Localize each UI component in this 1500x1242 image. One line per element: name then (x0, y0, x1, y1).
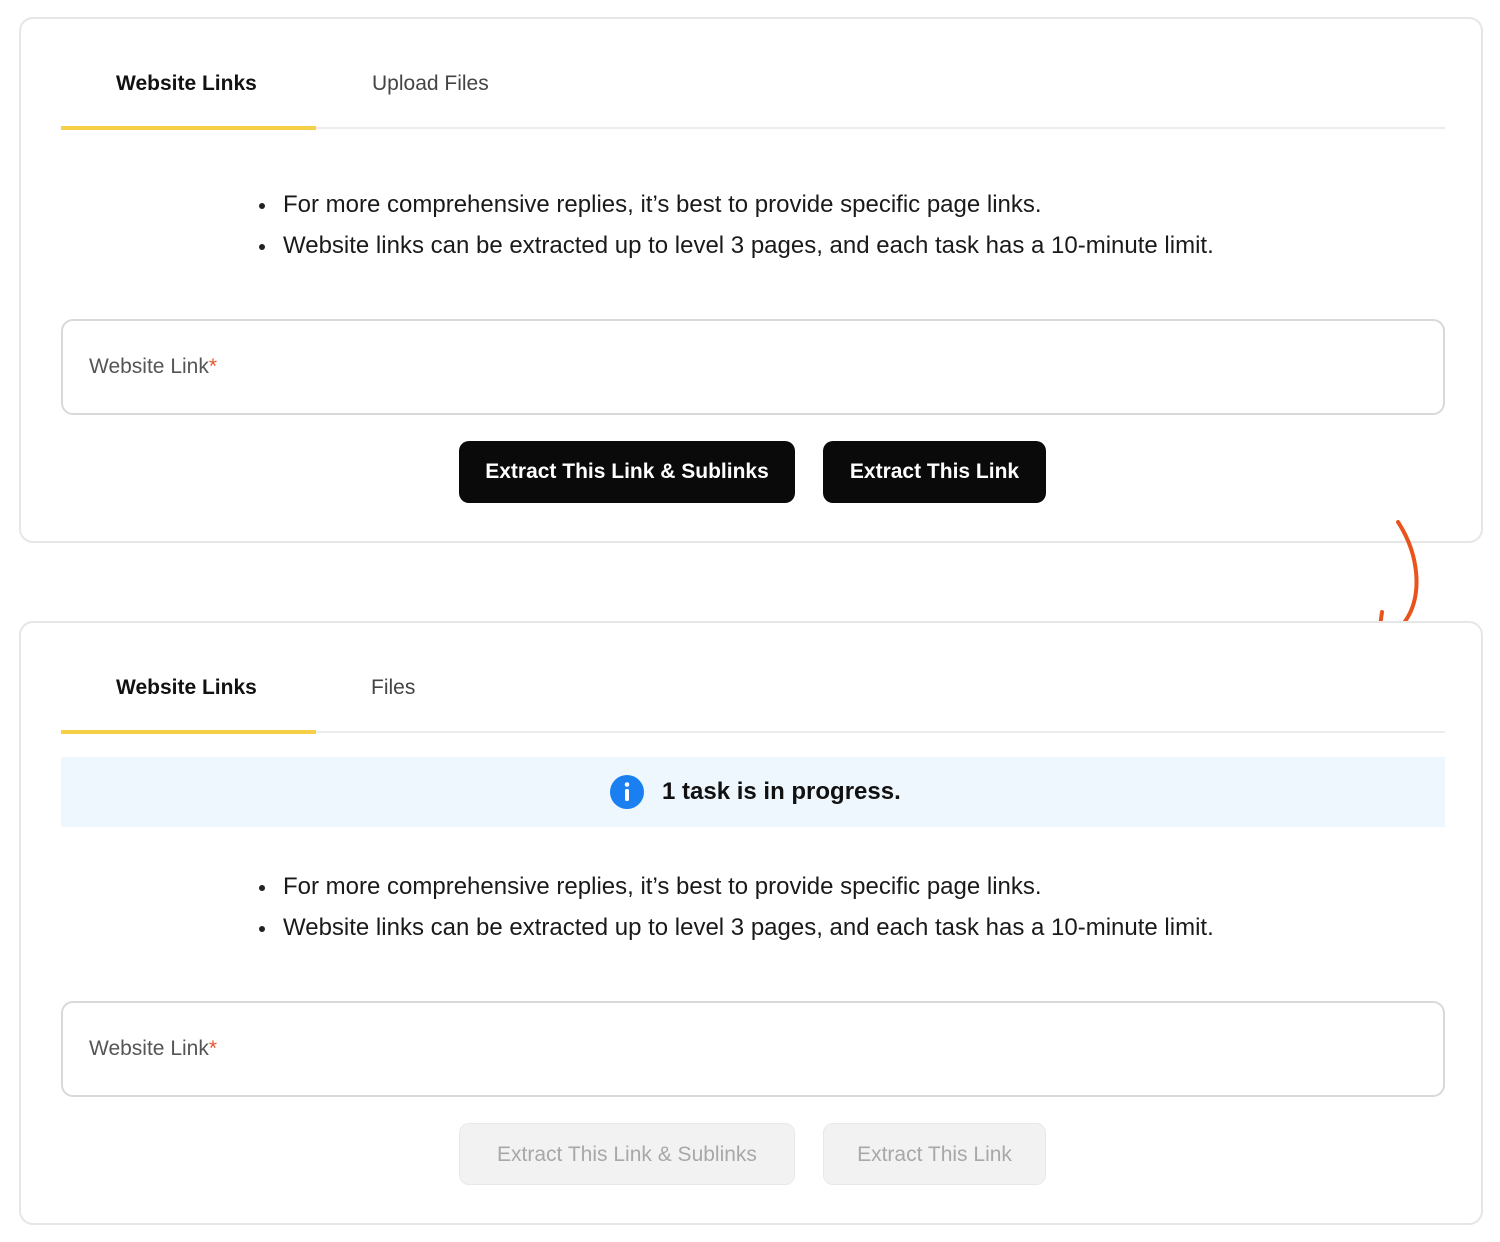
tab-files[interactable]: Files (371, 673, 415, 703)
extract-link-button[interactable]: Extract This Link (823, 1123, 1046, 1185)
extract-link-button[interactable]: Extract This Link (823, 441, 1046, 503)
instructions-list: For more comprehensive replies, it’s bes… (257, 184, 1214, 266)
tab-upload-files[interactable]: Upload Files (372, 69, 489, 99)
tab-website-links[interactable]: Website Links (116, 673, 257, 703)
required-mark: * (208, 355, 218, 378)
active-tab-indicator (61, 730, 316, 734)
link-panel-after: Website Links Files 1 task is in progres… (19, 621, 1483, 1225)
extract-link-and-sublinks-button[interactable]: Extract This Link & Sublinks (459, 441, 795, 503)
task-progress-banner: 1 task is in progress. (61, 757, 1445, 827)
active-tab-indicator (61, 126, 316, 130)
tab-bar: Website Links Upload Files (61, 19, 1445, 130)
instruction-item: For more comprehensive replies, it’s bes… (257, 866, 1214, 907)
instruction-item: Website links can be extracted up to lev… (257, 225, 1214, 266)
website-link-label: Website Link* (89, 1037, 218, 1060)
info-icon (610, 775, 644, 809)
instruction-item: Website links can be extracted up to lev… (257, 907, 1214, 948)
instructions-list: For more comprehensive replies, it’s bes… (257, 866, 1214, 948)
tab-website-links[interactable]: Website Links (116, 69, 257, 99)
tab-bar: Website Links Files (61, 623, 1445, 734)
link-panel-before: Website Links Upload Files For more comp… (19, 17, 1483, 543)
website-link-input[interactable]: Website Link* (61, 319, 1445, 415)
extract-link-and-sublinks-button[interactable]: Extract This Link & Sublinks (459, 1123, 795, 1185)
required-mark: * (208, 1037, 218, 1060)
instruction-item: For more comprehensive replies, it’s bes… (257, 184, 1214, 225)
website-link-label: Website Link* (89, 355, 218, 378)
banner-text: 1 task is in progress. (662, 778, 901, 805)
website-link-input[interactable]: Website Link* (61, 1001, 1445, 1097)
